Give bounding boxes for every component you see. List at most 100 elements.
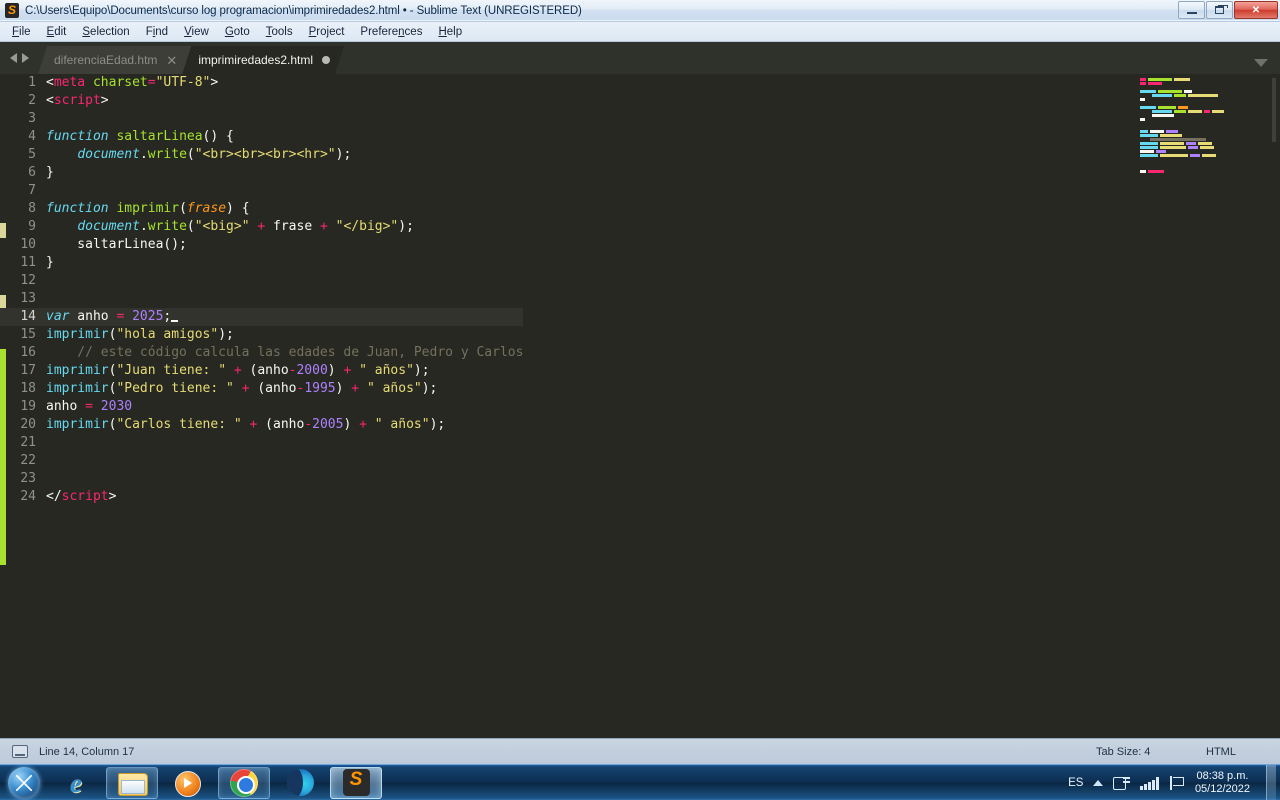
line-source: imprimir("Pedro tiene: " + (anho-1995) +… xyxy=(46,381,438,396)
code-line[interactable]: 1 <meta charset="UTF-8"> xyxy=(0,74,523,92)
tab-1[interactable]: diferenciaEdad.htm ✕ xyxy=(38,46,191,74)
taskbar-button-google-chrome[interactable] xyxy=(218,766,270,799)
line-number: 4 xyxy=(28,129,36,144)
line-number: 20 xyxy=(20,417,36,432)
battery-plug-icon[interactable] xyxy=(1113,775,1131,790)
minimize-button[interactable] xyxy=(1178,1,1205,19)
line-source: // este código calcula las edades de Jua… xyxy=(46,345,524,360)
tab-list: diferenciaEdad.htm ✕ imprimiredades2.html xyxy=(38,46,335,74)
code-line[interactable]: 13 xyxy=(0,290,523,308)
chevron-up-icon[interactable] xyxy=(1093,779,1104,786)
language-indicator[interactable]: ES xyxy=(1068,777,1083,789)
menu-item-view[interactable]: View xyxy=(176,24,217,40)
file-explorer-icon xyxy=(118,771,148,796)
line-source: } xyxy=(46,165,54,180)
menu-item-tools[interactable]: Tools xyxy=(258,24,301,40)
line-number: 15 xyxy=(20,327,36,342)
code-line[interactable]: 17 imprimir("Juan tiene: " + (anho-2000) … xyxy=(0,362,523,380)
line-number: 1 xyxy=(28,75,36,90)
code-line[interactable]: 14 var anho = 2025; xyxy=(0,308,524,326)
code-line[interactable]: 23 xyxy=(0,470,523,488)
code-line[interactable]: 7 xyxy=(0,182,523,200)
minimap-line xyxy=(1136,106,1276,109)
code-line[interactable]: 10 saltarLinea(); xyxy=(0,236,523,254)
minimap-line xyxy=(1136,82,1276,85)
sublime-text-window: C:\Users\Equipo\Documents\curso log prog… xyxy=(0,0,1280,764)
minimap-line xyxy=(1136,150,1276,153)
clock-time: 08:38 p.m. xyxy=(1196,769,1249,782)
tab-nav-arrows[interactable] xyxy=(0,42,38,74)
maximize-button[interactable] xyxy=(1206,1,1233,19)
taskbar-button-windows-media-player[interactable] xyxy=(162,767,214,799)
code-line[interactable]: 16 // este código calcula las edades de … xyxy=(0,344,523,362)
start-button[interactable] xyxy=(2,766,46,800)
code-line[interactable]: 6} xyxy=(0,164,523,182)
chevron-down-icon[interactable] xyxy=(1254,59,1268,67)
minimap-line xyxy=(1136,94,1276,97)
menu-item-find[interactable]: Find xyxy=(138,24,176,40)
code-line[interactable]: 18 imprimir("Pedro tiene: " + (anho-1995)… xyxy=(0,380,523,398)
code-line[interactable]: 24 </script> xyxy=(0,488,523,506)
code-line[interactable]: 12 xyxy=(0,272,523,290)
line-number: 9 xyxy=(28,219,36,234)
code-line[interactable]: 8 function imprimir(frase) { xyxy=(0,200,523,218)
line-number: 8 xyxy=(28,201,36,216)
tab-prev-icon[interactable] xyxy=(9,53,17,63)
show-desktop-button[interactable] xyxy=(1266,764,1276,800)
minimap-line xyxy=(1136,142,1276,145)
code-line[interactable]: 5 document.write("<br><br><br><hr>"); xyxy=(0,146,523,164)
clock[interactable]: 08:38 p.m. 05/12/2022 xyxy=(1195,770,1250,796)
windows-taskbar: ES 08:38 p.m. 05/12/2022 xyxy=(0,764,1280,800)
code-line[interactable]: 20 imprimir("Carlos tiene: " + (anho-2005… xyxy=(0,416,523,434)
close-icon: ✕ xyxy=(1251,4,1261,16)
window-controls: ✕ xyxy=(1178,1,1278,19)
menu-item-preferences[interactable]: Preferences xyxy=(352,24,430,40)
tab-next-icon[interactable] xyxy=(21,53,29,63)
minimap-line xyxy=(1136,114,1276,117)
taskbar-button-internet-explorer[interactable] xyxy=(50,767,102,799)
tab-size-label[interactable]: Tab Size: 4 xyxy=(1096,746,1150,758)
code-line[interactable]: 9 document.write("<big>" + frase + "</bi… xyxy=(0,218,523,236)
signal-bars-icon[interactable] xyxy=(1140,776,1159,790)
line-number: 18 xyxy=(20,381,36,396)
tab-close-icon[interactable]: ✕ xyxy=(166,54,177,67)
syntax-label[interactable]: HTML xyxy=(1206,746,1236,758)
code-line[interactable]: 2 <script> xyxy=(0,92,523,110)
code-line[interactable]: 21 xyxy=(0,434,523,452)
line-number: 19 xyxy=(20,399,36,414)
menu-item-project[interactable]: Project xyxy=(301,24,353,40)
windows-start-orb-icon xyxy=(8,766,40,799)
code-line[interactable]: 4 function saltarLinea() { xyxy=(0,128,523,146)
minimap-scrollbar[interactable] xyxy=(1272,78,1276,142)
minimap-line xyxy=(1136,158,1276,161)
title-bar[interactable]: C:\Users\Equipo\Documents\curso log prog… xyxy=(0,0,1280,22)
line-number: 2 xyxy=(28,93,36,108)
minimap-line xyxy=(1136,98,1276,101)
code-line[interactable]: 11} xyxy=(0,254,523,272)
close-button[interactable]: ✕ xyxy=(1234,1,1278,19)
minimap-line xyxy=(1136,162,1276,165)
tab-label: imprimiredades2.html xyxy=(198,53,314,67)
code-line[interactable]: 22 xyxy=(0,452,523,470)
taskbar-button-sublime-text[interactable] xyxy=(330,766,382,799)
tab-dirty-dot-icon[interactable] xyxy=(322,56,330,64)
code-line[interactable]: 19 anho = 2030 xyxy=(0,398,523,416)
editor-pane: diferenciaEdad.htm ✕ imprimiredades2.html … xyxy=(0,42,1280,764)
code-area[interactable]: 1 <meta charset="UTF-8"> 2 <script> 3 4 functi… xyxy=(0,74,1280,764)
flag-icon[interactable] xyxy=(1169,775,1185,790)
code-line[interactable]: 15 imprimir("hola amigos"); xyxy=(0,326,523,344)
menu-item-help[interactable]: Help xyxy=(430,24,470,40)
menu-item-file[interactable]: File xyxy=(4,24,39,40)
menu-item-edit[interactable]: Edit xyxy=(39,24,75,40)
taskbar-button-microsoft-edge[interactable] xyxy=(274,767,326,799)
windows-media-player-icon xyxy=(175,770,201,797)
minimap-line xyxy=(1136,166,1276,169)
minimap[interactable] xyxy=(1136,78,1276,173)
tab-2[interactable]: imprimiredades2.html xyxy=(182,46,344,74)
taskbar-button-file-explorer[interactable] xyxy=(106,766,158,799)
code-line[interactable]: 3 xyxy=(0,110,523,128)
line-number: 3 xyxy=(28,111,36,126)
menu-item-selection[interactable]: Selection xyxy=(74,24,137,40)
code-lines: 1 <meta charset="UTF-8"> 2 <script> 3 4 functi… xyxy=(0,74,524,506)
menu-item-goto[interactable]: Goto xyxy=(217,24,258,40)
